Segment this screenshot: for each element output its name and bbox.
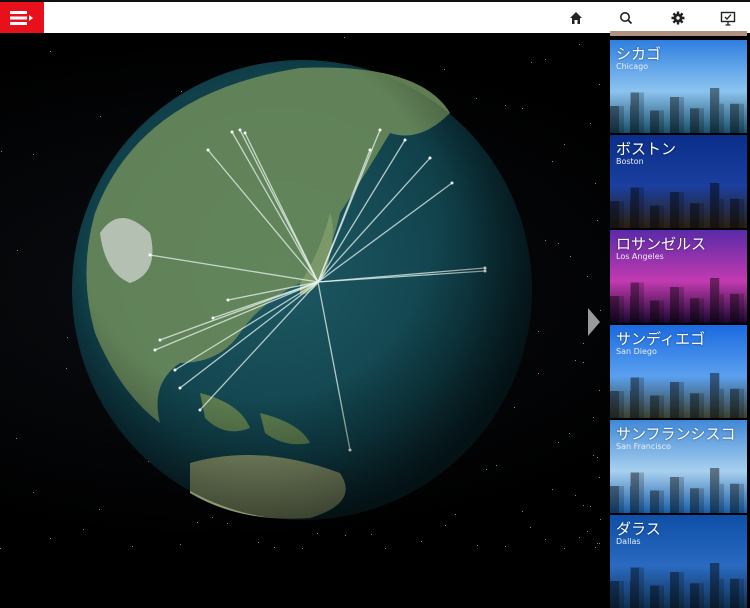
globe-view[interactable]: シカゴ Chicago ボストン Boston ロサンゼルス Los Angeles サンデ… xyxy=(0,31,750,608)
city-name-japanese: シカゴ xyxy=(616,45,662,63)
home-icon xyxy=(570,12,582,24)
search-icon xyxy=(620,12,633,25)
home-button[interactable] xyxy=(566,8,586,28)
city-photo xyxy=(610,373,747,418)
menu-button[interactable] xyxy=(0,2,44,33)
expand-arrow[interactable] xyxy=(588,308,600,336)
city-name-english: San Francisco xyxy=(616,442,671,451)
city-card-partial[interactable] xyxy=(610,31,747,36)
city-name-english: Los Angeles xyxy=(616,252,664,261)
presentation-button[interactable] xyxy=(718,8,738,28)
city-card-chicago[interactable]: シカゴ Chicago xyxy=(610,40,747,133)
city-name-japanese: サンディエゴ xyxy=(616,330,705,348)
city-card-boston[interactable]: ボストン Boston xyxy=(610,135,747,228)
city-photo xyxy=(610,183,747,228)
globe[interactable] xyxy=(0,33,600,548)
search-button[interactable] xyxy=(616,8,636,28)
gear-icon xyxy=(671,11,685,25)
city-card-san-francisco[interactable]: サンフランシスコ San Francisco xyxy=(610,420,747,513)
city-name-english: San Diego xyxy=(616,347,657,356)
city-photo xyxy=(610,468,747,513)
city-name-japanese: ダラス xyxy=(616,520,661,538)
city-photo xyxy=(610,563,747,608)
city-name-japanese: ロサンゼルス xyxy=(616,235,707,253)
city-card-dallas[interactable]: ダラス Dallas xyxy=(610,515,747,608)
city-name-japanese: ボストン xyxy=(616,140,677,158)
presentation-icon xyxy=(720,11,736,26)
city-photo xyxy=(610,88,747,133)
city-name-english: Boston xyxy=(616,157,644,166)
city-photo xyxy=(610,278,747,323)
menu-icon xyxy=(10,10,33,25)
top-toolbar xyxy=(0,0,750,33)
city-name-japanese: サンフランシスコ xyxy=(616,425,736,443)
city-card-san-diego[interactable]: サンディエゴ San Diego xyxy=(610,325,747,418)
settings-button[interactable] xyxy=(668,8,688,28)
city-card-los-angeles[interactable]: ロサンゼルス Los Angeles xyxy=(610,230,747,323)
city-name-english: Chicago xyxy=(616,62,649,71)
city-name-english: Dallas xyxy=(616,537,641,546)
